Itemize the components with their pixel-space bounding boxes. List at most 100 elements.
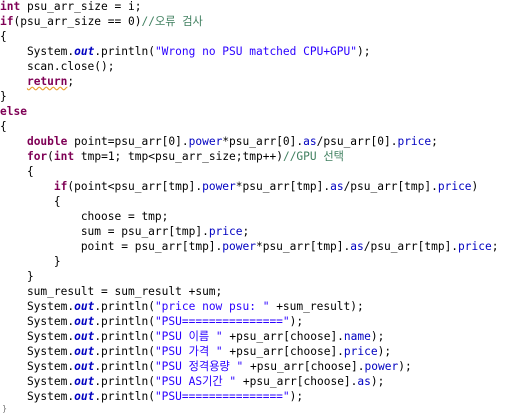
code-line[interactable]: for(int tmp=1; tmp<psu_arr_size;tmp++)//…	[0, 149, 344, 164]
code-line[interactable]: }	[0, 269, 34, 284]
code-token: );	[289, 390, 304, 403]
code-token: ;	[491, 240, 499, 253]
static-field-token: out	[74, 390, 95, 403]
code-line[interactable]: System.out.println("PSU AS기간 " +psu_arr[…	[0, 374, 384, 389]
field-token: price	[437, 180, 472, 193]
keyword-token: double	[26, 135, 68, 148]
keyword-token: if	[0, 15, 14, 28]
code-line[interactable]: if(psu_arr_size == 0)//오류 검사	[0, 14, 203, 29]
field-token: power	[222, 240, 256, 253]
code-token: *psu_arr[tmp].	[255, 240, 351, 253]
code-line[interactable]: choose = tmp;	[0, 209, 169, 224]
code-token: }	[0, 270, 34, 283]
code-token: );	[289, 315, 304, 328]
closing-brace-marker: }	[2, 404, 8, 413]
comment-token: //GPU 선택	[282, 150, 344, 163]
code-line[interactable]: int psu_arr_size = i;	[0, 0, 141, 14]
code-line[interactable]: {	[0, 29, 7, 44]
code-line[interactable]: }	[0, 254, 61, 269]
code-token: +sum_result);	[269, 300, 364, 313]
string-literal: "PSU==============="	[154, 390, 290, 403]
code-line[interactable]: return;	[0, 74, 74, 89]
code-token: /psu_arr[tmp].	[343, 180, 438, 193]
code-token: );	[357, 45, 371, 58]
keyword-token: for	[26, 150, 48, 163]
code-line[interactable]: System.out.println("price now psu: " +su…	[0, 299, 364, 314]
code-token: *psu_arr[0].	[222, 135, 304, 148]
code-token: +psu_arr[choose].	[222, 330, 344, 343]
code-token: scan.close();	[0, 60, 115, 73]
code-token: (psu_arr_size == 0)	[13, 15, 142, 28]
field-token: as	[350, 240, 364, 253]
code-line[interactable]: {	[0, 164, 34, 179]
code-token: {	[0, 165, 34, 178]
code-line[interactable]: sum_result = sum_result +sum;	[0, 284, 222, 299]
static-field-token: out	[74, 375, 95, 388]
code-token: (	[47, 150, 54, 163]
code-token: );	[370, 375, 385, 388]
code-token: System.	[0, 300, 75, 313]
static-field-token: out	[74, 300, 95, 313]
code-token: *psu_arr[tmp].	[235, 180, 331, 193]
field-token: name	[343, 330, 371, 343]
code-line[interactable]: if(point<psu_arr[tmp].power*psu_arr[tmp]…	[0, 179, 478, 194]
field-token: price	[208, 225, 243, 238]
code-token: {	[0, 120, 7, 133]
code-token: +psu_arr[choose].	[243, 360, 365, 373]
code-token: {	[0, 195, 61, 208]
static-field-token: out	[74, 45, 95, 58]
code-token: sum = psu_arr[tmp].	[0, 225, 209, 238]
code-token: (point<psu_arr[tmp].	[67, 180, 203, 193]
static-field-token: out	[74, 315, 95, 328]
code-line[interactable]: System.out.println("PSU 정격용량 " +psu_arr[…	[0, 359, 412, 374]
code-token: .println(	[94, 360, 155, 373]
code-token: System.	[0, 45, 75, 58]
code-token: +psu_arr[choose].	[222, 345, 344, 358]
code-token: }	[0, 255, 61, 268]
code-token: .println(	[94, 375, 155, 388]
code-token: .println(	[94, 300, 155, 313]
code-token: ;	[67, 75, 75, 88]
static-field-token: out	[74, 345, 95, 358]
code-editor[interactable]: int psu_arr_size = i; if(psu_arr_size == …	[0, 0, 517, 413]
code-line[interactable]: point = psu_arr[tmp].power*psu_arr[tmp].…	[0, 239, 499, 254]
string-literal: "Wrong no PSU matched CPU+GPU"	[154, 45, 358, 58]
code-line[interactable]: }	[0, 89, 7, 104]
code-line[interactable]: System.out.println("PSU 가격 " +psu_arr[ch…	[0, 344, 391, 359]
code-token: System.	[0, 375, 75, 388]
keyword-token: if	[53, 180, 68, 193]
code-token: System.	[0, 390, 75, 403]
code-token: .println(	[94, 345, 155, 358]
code-line[interactable]: System.out.println("Wrong no PSU matched…	[0, 44, 371, 59]
code-token: .println(	[94, 390, 155, 403]
field-token: price	[458, 240, 492, 253]
field-token: price	[397, 135, 432, 148]
keyword-token: int	[53, 150, 75, 163]
code-line[interactable]: {	[0, 119, 7, 134]
code-line[interactable]: System.out.println("PSU===============")…	[0, 314, 303, 329]
code-line[interactable]: System.out.println("PSU===============")…	[0, 389, 303, 404]
code-token: System.	[0, 345, 75, 358]
string-literal: "price now psu: "	[154, 300, 270, 313]
code-token: sum_result = sum_result +sum;	[0, 285, 223, 298]
code-token: psu_arr_size = i;	[20, 0, 142, 13]
code-token: System.	[0, 315, 75, 328]
code-token: );	[398, 360, 412, 373]
code-token: {	[0, 30, 7, 43]
code-line[interactable]: {	[0, 194, 61, 209]
code-token: );	[370, 330, 385, 343]
code-token: +psu_arr[choose].	[236, 375, 358, 388]
code-line[interactable]: sum = psu_arr[tmp].price;	[0, 224, 249, 239]
code-line[interactable]: scan.close();	[0, 59, 115, 74]
code-line[interactable]: System.out.println("PSU 이름 " +psu_arr[ch…	[0, 329, 384, 344]
field-token: as	[303, 135, 317, 148]
code-line[interactable]: else	[0, 104, 27, 119]
field-token: power	[188, 135, 223, 148]
code-token: );	[377, 345, 392, 358]
field-token: as	[330, 180, 344, 193]
code-line[interactable]: double point=psu_arr[0].power*psu_arr[0]…	[0, 134, 438, 149]
